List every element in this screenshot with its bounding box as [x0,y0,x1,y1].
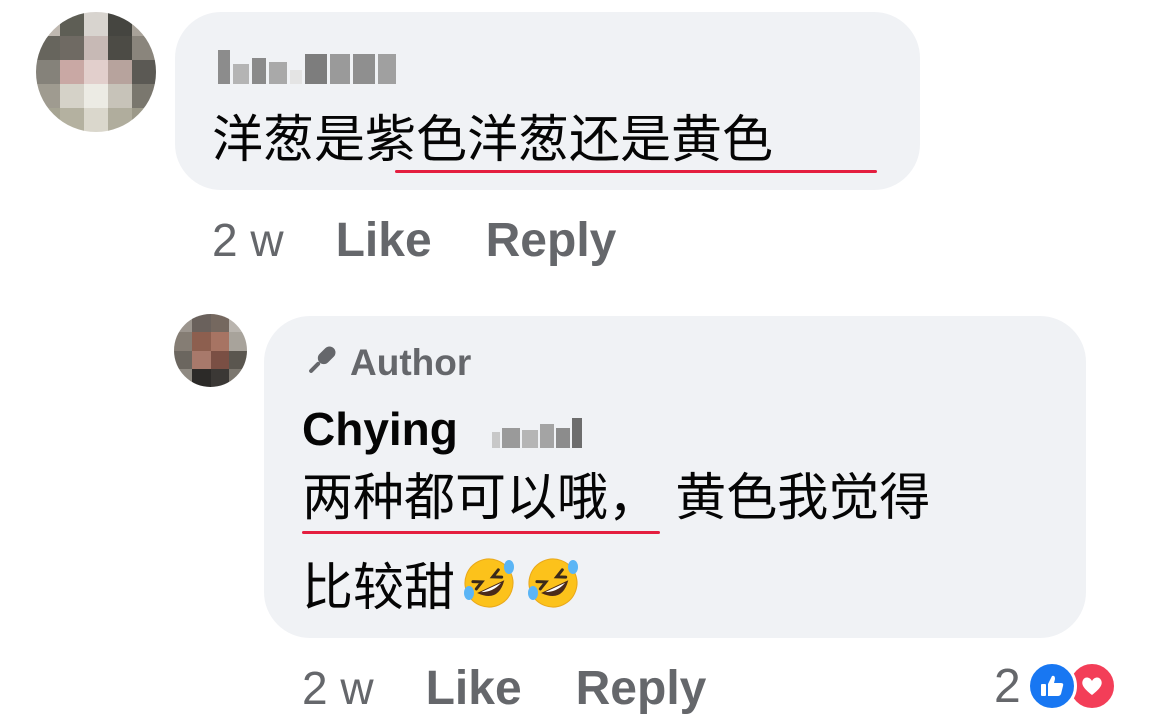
microphone-icon [302,342,340,384]
spellcheck-underline [395,170,877,173]
timestamp[interactable]: 2 w [302,661,374,715]
like-reaction-icon [1026,661,1077,711]
spellcheck-underline [302,531,660,534]
reply-button[interactable]: Reply [576,661,707,716]
reply-text-line2: 比较甜 [302,553,583,620]
comment-text: 洋葱是紫色洋葱还是黄色 [212,111,774,170]
reaction-summary[interactable]: 2 [994,656,1117,716]
reaction-count[interactable]: 2 [994,659,1021,714]
commenter-name-blurred[interactable] [218,48,396,84]
comments-thread: 洋葱是紫色洋葱还是黄色 2 w Like Reply Author Chying… [0,0,1170,727]
timestamp[interactable]: 2 w [212,213,284,267]
reply-text-line2-label: 比较甜 [302,559,456,618]
reply-actions: 2 w Like Reply [302,658,706,718]
author-surname-blurred[interactable] [492,416,582,448]
commenter-avatar[interactable] [36,12,156,132]
author-name[interactable]: Chying [302,400,458,458]
rolling-on-floor-laughing-emoji [523,553,583,613]
reply-text-line1: 两种都可以哦， 黄色我觉得 [302,469,931,528]
comment-actions: 2 w Like Reply [212,210,616,270]
author-badge: Author [302,342,471,384]
reply-button[interactable]: Reply [486,213,617,268]
like-button[interactable]: Like [336,213,432,268]
like-button[interactable]: Like [426,661,522,716]
author-avatar[interactable] [174,314,247,387]
rolling-on-floor-laughing-emoji [459,553,519,613]
author-badge-label: Author [350,342,472,383]
